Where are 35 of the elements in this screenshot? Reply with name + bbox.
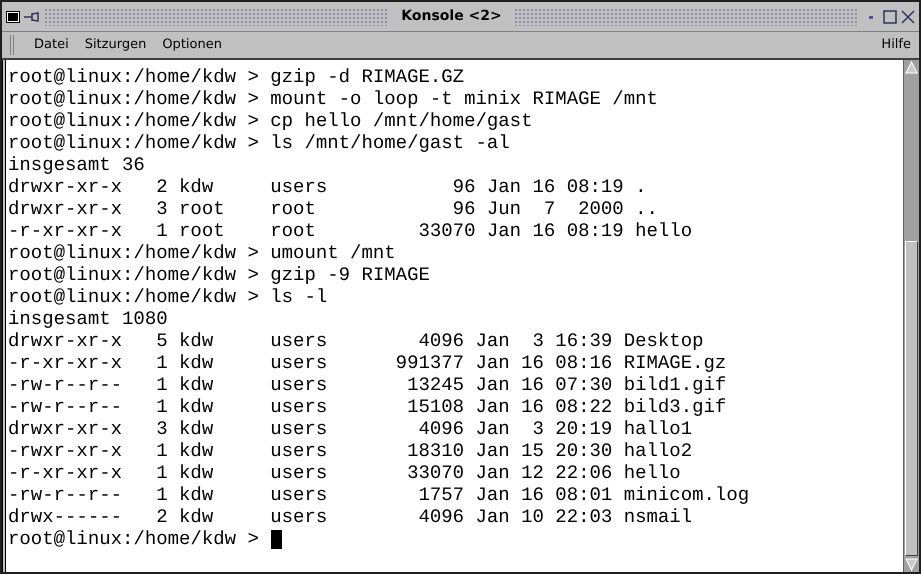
terminal-prompt: root@linux:/home/kdw > (8, 528, 259, 550)
terminal-line: root@linux:/home/kdw > mount -o loop -t minix RIMAGE /mnt (8, 88, 658, 110)
scrollbar[interactable] (903, 60, 919, 572)
terminal-line: -rw-r--r-- 1 kdw users 1757 Jan 16 08:01 minicom.log (8, 484, 750, 506)
terminal-line: insgesamt 36 (8, 154, 145, 176)
terminal-line: root@linux:/home/kdw > gzip -d RIMAGE.GZ (8, 66, 464, 88)
terminal-line: -r-xr-xr-x 1 kdw users 991377 Jan 16 08:16 RIMAGE.gz (8, 352, 726, 374)
terminal-line: drwxr-xr-x 5 kdw users 4096 Jan 3 16:39 Desktop (8, 330, 704, 352)
terminal-line: -r-xr-xr-x 1 kdw users 33070 Jan 12 22:06 hello (8, 462, 681, 484)
terminal-line: -rw-r--r-- 1 kdw users 13245 Jan 16 07:30 bild1.gif (8, 374, 726, 396)
scrollbar-thumb[interactable] (905, 241, 918, 556)
terminal-line: drwxr-xr-x 3 kdw users 4096 Jan 3 20:19 hallo1 (8, 418, 692, 440)
terminal-output[interactable] (6, 60, 903, 572)
menu-item[interactable]: Optionen (154, 33, 230, 57)
terminal-line: drwxr-xr-x 3 root root 96 Jun 7 2000 .. (8, 198, 658, 220)
menu-item[interactable]: Hilfe (877, 33, 915, 57)
text-cursor (270, 530, 282, 548)
menu-item[interactable]: Sitzurgen (76, 33, 154, 57)
terminal-line: -rwxr-xr-x 1 kdw users 18310 Jan 15 20:30 hallo2 (8, 440, 692, 462)
maximize-icon[interactable] (883, 10, 898, 24)
terminal-line: -r-xr-xr-x 1 root root 33070 Jan 16 08:19 hello (8, 220, 692, 242)
terminal-line: root@linux:/home/kdw > gzip -9 RIMAGE (8, 264, 430, 286)
terminal-line: root@linux:/home/kdw > ls -l (8, 286, 328, 308)
terminal-line: root@linux:/home/kdw > ls /mnt/home/gast -al (8, 132, 510, 154)
terminal-line: drwxr-xr-x 2 kdw users 96 Jan 16 08:19 . (8, 176, 647, 198)
menu-item[interactable]: Datei (26, 33, 77, 57)
terminal-line: root@linux:/home/kdw > cp hello /mnt/home/gast (8, 110, 532, 132)
pin-icon[interactable] (24, 12, 40, 22)
terminal-icon[interactable] (6, 10, 20, 22)
terminal-line: -rw-r--r-- 1 kdw users 15108 Jan 16 08:22 bild3.gif (8, 396, 726, 418)
close-icon[interactable] (901, 10, 916, 24)
terminal-line: root@linux:/home/kdw > umount /mnt (8, 242, 396, 264)
window-title: Konsole <2> (400, 7, 503, 26)
terminal-line: drwx------ 2 kdw users 4096 Jan 10 22:03 nsmail (8, 506, 692, 528)
terminal-line: insgesamt 1080 (8, 308, 168, 330)
